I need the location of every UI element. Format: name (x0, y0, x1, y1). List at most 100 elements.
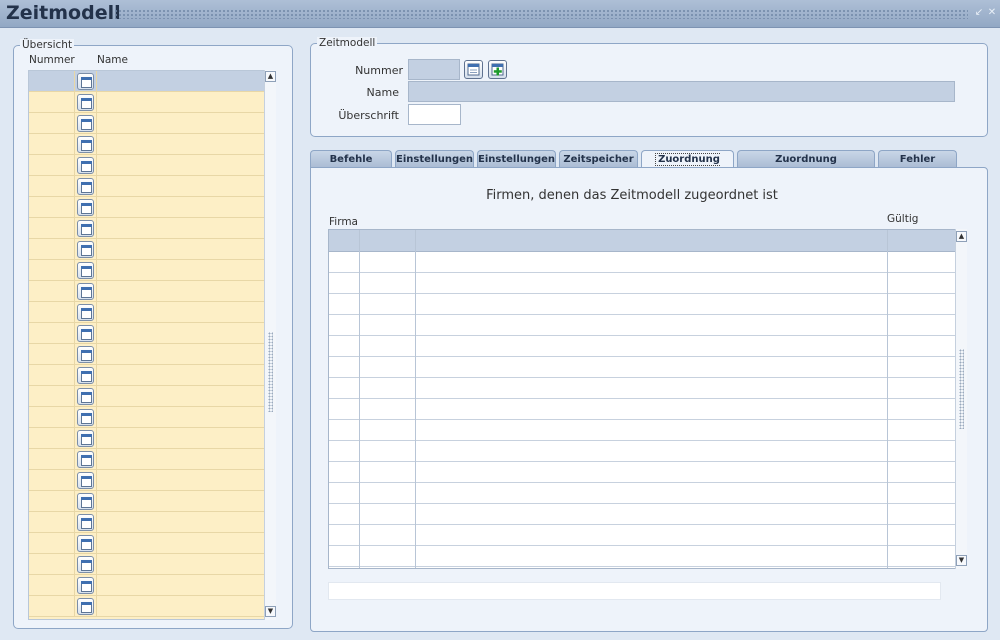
list-item[interactable] (29, 113, 266, 134)
tab-zuordnung-optionen-module[interactable]: Zuordnung Optionen/Module (737, 150, 875, 182)
open-record-icon[interactable] (77, 241, 94, 258)
close-icon[interactable]: ✕ (987, 7, 997, 19)
table-row[interactable] (329, 420, 955, 441)
tab-befehle[interactable]: Befehle (310, 150, 392, 168)
table-row[interactable] (329, 483, 955, 504)
list-item-nummer[interactable] (29, 176, 75, 197)
list-item[interactable] (29, 344, 266, 365)
table-row[interactable] (329, 441, 955, 462)
list-item-nummer[interactable] (29, 239, 75, 260)
scroll-up-icon[interactable]: ▲ (956, 231, 967, 242)
list-item[interactable] (29, 365, 266, 386)
open-record-icon[interactable] (77, 73, 94, 90)
table-row[interactable] (329, 399, 955, 420)
list-item-nummer[interactable] (29, 554, 75, 575)
list-item-nummer[interactable] (29, 512, 75, 533)
open-record-icon[interactable] (77, 262, 94, 279)
open-record-icon[interactable] (77, 325, 94, 342)
list-item[interactable] (29, 302, 266, 323)
list-item[interactable] (29, 428, 266, 449)
table-row[interactable] (329, 525, 955, 546)
table-row[interactable] (329, 294, 955, 315)
list-item-nummer[interactable] (29, 344, 75, 365)
scroll-grip[interactable] (268, 332, 273, 412)
table-row[interactable] (329, 357, 955, 378)
list-item-nummer[interactable] (29, 428, 75, 449)
open-record-icon[interactable] (77, 409, 94, 426)
table-row[interactable] (329, 315, 955, 336)
table-row[interactable] (329, 252, 955, 273)
tab-einstellungen-2[interactable]: Einstellungen 2 (477, 150, 556, 182)
list-item[interactable] (29, 449, 266, 470)
open-record-icon[interactable] (77, 94, 94, 111)
open-record-icon[interactable] (77, 556, 94, 573)
list-item[interactable] (29, 386, 266, 407)
open-record-icon[interactable] (77, 178, 94, 195)
scroll-grip[interactable] (959, 349, 964, 429)
list-item[interactable] (29, 281, 266, 302)
open-record-icon[interactable] (77, 472, 94, 489)
open-record-icon[interactable] (77, 136, 94, 153)
firmen-scrollbar[interactable]: ▲ ▼ (955, 229, 967, 569)
add-new-button[interactable] (488, 60, 507, 79)
list-item[interactable] (29, 512, 266, 533)
open-record-icon[interactable] (77, 514, 94, 531)
list-item-nummer[interactable] (29, 449, 75, 470)
list-item-nummer[interactable] (29, 134, 75, 155)
open-record-icon[interactable] (77, 199, 94, 216)
list-item-nummer[interactable] (29, 407, 75, 428)
list-item[interactable] (29, 596, 266, 617)
list-item-nummer[interactable] (29, 281, 75, 302)
list-item[interactable] (29, 470, 266, 491)
list-item-nummer[interactable] (29, 302, 75, 323)
open-record-icon[interactable] (77, 577, 94, 594)
list-item[interactable] (29, 155, 266, 176)
list-item[interactable] (29, 575, 266, 596)
list-item-nummer[interactable] (29, 596, 75, 617)
open-record-icon[interactable] (77, 115, 94, 132)
open-record-icon[interactable] (77, 346, 94, 363)
scroll-up-icon[interactable]: ▲ (265, 71, 276, 82)
list-item-nummer[interactable] (29, 323, 75, 344)
open-record-icon[interactable] (77, 598, 94, 615)
list-item[interactable] (29, 554, 266, 575)
list-item-nummer[interactable] (29, 491, 75, 512)
list-item-nummer[interactable] (29, 260, 75, 281)
list-item-nummer[interactable] (29, 386, 75, 407)
list-item[interactable] (29, 197, 266, 218)
list-item-nummer[interactable] (29, 155, 75, 176)
list-item-nummer[interactable] (29, 71, 75, 92)
overview-list[interactable] (28, 70, 266, 620)
open-record-icon[interactable] (77, 220, 94, 237)
list-item-nummer[interactable] (29, 218, 75, 239)
table-row[interactable] (329, 273, 955, 294)
list-item[interactable] (29, 239, 266, 260)
list-item-nummer[interactable] (29, 365, 75, 386)
open-record-icon[interactable] (77, 451, 94, 468)
list-item-nummer[interactable] (29, 197, 75, 218)
open-record-icon[interactable] (77, 304, 94, 321)
ueberschrift-field[interactable] (408, 104, 461, 125)
tab-fehler[interactable]: Fehler (878, 150, 957, 168)
list-item[interactable] (29, 260, 266, 281)
list-item[interactable] (29, 323, 266, 344)
list-item[interactable] (29, 176, 266, 197)
name-field[interactable] (408, 81, 955, 102)
list-item[interactable] (29, 491, 266, 512)
scroll-down-icon[interactable]: ▼ (265, 606, 276, 617)
table-row[interactable] (329, 546, 955, 567)
list-item[interactable] (29, 92, 266, 113)
overview-scrollbar[interactable]: ▲ ▼ (264, 70, 276, 620)
tab-einstellungen[interactable]: Einstellungen (395, 150, 474, 168)
list-item-nummer[interactable] (29, 575, 75, 596)
scroll-down-icon[interactable]: ▼ (956, 555, 967, 566)
list-item[interactable] (29, 71, 266, 92)
list-item-nummer[interactable] (29, 113, 75, 134)
table-row[interactable] (329, 378, 955, 399)
minimize-icon[interactable]: ↙ (974, 7, 984, 19)
table-row[interactable] (329, 504, 955, 525)
list-item[interactable] (29, 218, 266, 239)
calendar-lookup-button[interactable] (464, 60, 483, 79)
list-item-nummer[interactable] (29, 92, 75, 113)
list-item-nummer[interactable] (29, 533, 75, 554)
